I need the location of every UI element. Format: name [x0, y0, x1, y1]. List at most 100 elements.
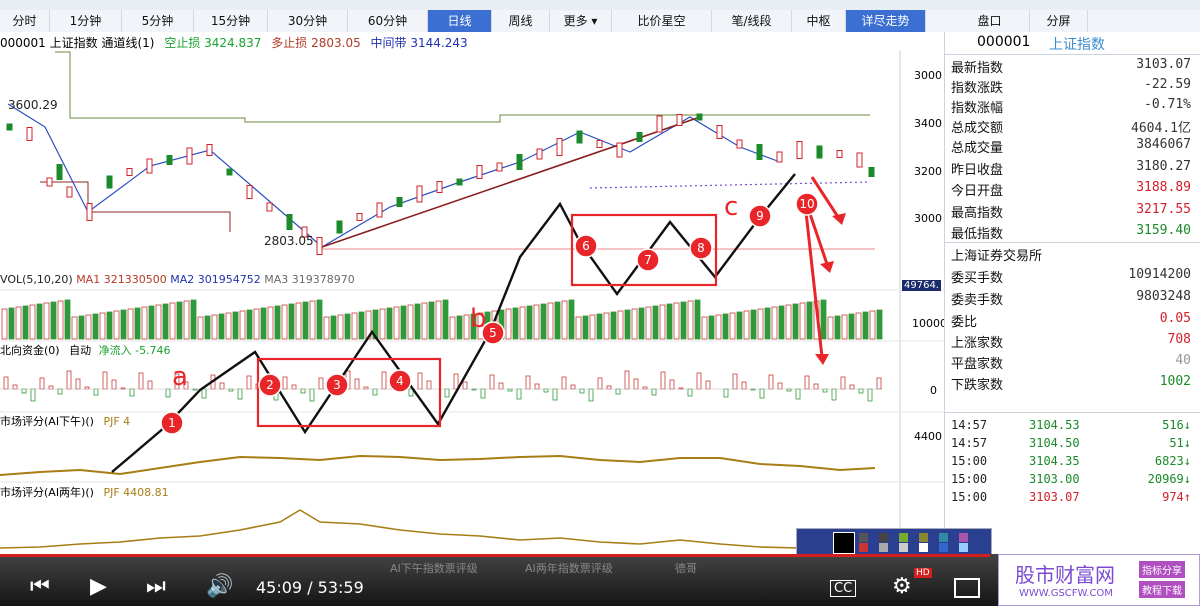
- candle: [226, 168, 233, 176]
- volume-bar: [344, 313, 351, 340]
- volume-bar: [435, 300, 442, 340]
- volume-bar: [295, 302, 302, 340]
- watermark-url: WWW.GSCFW.COM: [1019, 588, 1113, 599]
- tab-daily[interactable]: 日线: [428, 10, 492, 32]
- volume-bar: [113, 310, 120, 340]
- next-icon[interactable]: ⏭: [146, 574, 166, 599]
- volume-bar: [722, 313, 729, 340]
- volume-bar: [281, 304, 288, 340]
- fund-flow-bar: [660, 371, 666, 390]
- fund-flow-bar: [48, 385, 54, 390]
- volume-header: VOL(5,10,20) MA1 321330500 MA2 301954752…: [0, 273, 355, 286]
- miniplayer-icon[interactable]: [954, 578, 980, 598]
- palette-swatch[interactable]: [899, 543, 908, 552]
- palette-swatch[interactable]: [939, 543, 948, 552]
- tab-pivot[interactable]: 中枢: [792, 10, 846, 32]
- volume-bar: [820, 299, 827, 340]
- quote-row: 最高指数 3217.55: [951, 202, 1191, 221]
- volume-bar: [603, 312, 610, 340]
- ma3-label: MA3: [264, 273, 289, 286]
- fund-flow-bar: [318, 377, 324, 390]
- palette-swatch[interactable]: [879, 543, 888, 552]
- palette-swatch[interactable]: [879, 533, 888, 542]
- palette-swatch[interactable]: [939, 533, 948, 542]
- progress-bar[interactable]: [0, 554, 990, 557]
- volume-indicator-label: VOL(5,10,20): [0, 273, 73, 286]
- palette-selected-color[interactable]: [833, 532, 855, 554]
- fund-axis-zero: 0: [930, 384, 937, 397]
- volume-bar: [806, 301, 813, 340]
- tab-30min[interactable]: 30分钟: [268, 10, 348, 32]
- volume-bar: [869, 310, 876, 340]
- fund-flow-bar: [75, 378, 81, 390]
- fund-flow-bar: [300, 388, 306, 394]
- candle: [596, 140, 603, 148]
- tab-fenshi[interactable]: 分时: [0, 10, 50, 32]
- tab-more[interactable]: 更多 ▾: [550, 10, 612, 32]
- palette-swatch[interactable]: [959, 533, 968, 542]
- kline-chart-area[interactable]: 000001 上证指数 通道线(1) 空止损 3424.837 多止损 2803…: [0, 32, 947, 554]
- site-watermark-logo: 股市财富网 WWW.GSCFW.COM 指标分享 教程下载: [998, 554, 1200, 606]
- volume-icon[interactable]: 🔊: [206, 574, 233, 599]
- volume-bar: [176, 301, 183, 340]
- fund-flow-bar: [579, 388, 585, 394]
- volume-bar: [596, 313, 603, 340]
- palette-swatch[interactable]: [899, 533, 908, 542]
- tab-5min[interactable]: 5分钟: [122, 10, 194, 32]
- captions-button[interactable]: CC: [830, 580, 857, 597]
- volume-bar: [764, 307, 771, 340]
- volume-bar: [736, 311, 743, 340]
- ma3-value: 319378970: [291, 273, 355, 286]
- candle: [186, 147, 193, 165]
- volume-bar: [442, 299, 449, 340]
- volume-bar: [141, 306, 148, 340]
- settings-gear-icon[interactable]: ⚙: [892, 574, 912, 599]
- palette-swatch[interactable]: [859, 543, 868, 552]
- tab-weekly[interactable]: 周线: [492, 10, 550, 32]
- volume-bar: [316, 299, 323, 340]
- candles: [6, 113, 875, 255]
- play-icon[interactable]: ▶: [90, 574, 107, 599]
- volume-bar: [22, 305, 29, 340]
- volume-bar: [253, 308, 260, 340]
- fund-flow-bar: [741, 381, 747, 390]
- volume-bar: [540, 303, 547, 340]
- fund-flow-bar: [804, 375, 810, 390]
- palette-swatch[interactable]: [859, 533, 868, 542]
- candle: [6, 123, 13, 131]
- wave-point-number: 1: [168, 416, 176, 430]
- volume-bar: [421, 302, 428, 340]
- tab-order-book[interactable]: 盘口: [950, 10, 1030, 32]
- candle: [636, 132, 643, 142]
- palette-swatch[interactable]: [959, 543, 968, 552]
- candle: [246, 185, 253, 199]
- tab-15min[interactable]: 15分钟: [194, 10, 268, 32]
- tab-1min[interactable]: 1分钟: [50, 10, 122, 32]
- palette-swatch[interactable]: [919, 543, 928, 552]
- fund-flow-bar: [102, 371, 108, 390]
- fund-flow-bar: [777, 382, 783, 390]
- tab-price-compare[interactable]: 比价星空: [612, 10, 712, 32]
- fund-flow-bar: [768, 374, 774, 390]
- tab-detailed-trend[interactable]: 详尽走势: [846, 10, 926, 32]
- previous-icon[interactable]: ⏮: [30, 574, 50, 599]
- palette-swatch[interactable]: [919, 533, 928, 542]
- quote-row: 昨日收盘 3180.27: [951, 159, 1191, 178]
- tab-stroke-segment[interactable]: 笔/线段: [712, 10, 792, 32]
- volume-bar: [323, 316, 330, 340]
- candle: [46, 177, 53, 187]
- candle: [396, 197, 403, 207]
- fund-flow-bar: [534, 383, 540, 390]
- fund-flow-bar: [21, 388, 27, 394]
- color-palette-popup[interactable]: [796, 528, 992, 556]
- tab-split-screen[interactable]: 分屏: [1030, 10, 1088, 32]
- tab-60min[interactable]: 60分钟: [348, 10, 428, 32]
- fund-flow-bar: [354, 378, 360, 390]
- fund-auto-label: 自动: [69, 344, 92, 357]
- fund-flow-bar: [561, 376, 567, 390]
- volume-bar: [358, 311, 365, 340]
- fund-flow-bar: [840, 376, 846, 390]
- score-axis-label: 4400: [914, 430, 942, 443]
- candle: [836, 150, 843, 158]
- fund-flow-bar: [543, 388, 549, 393]
